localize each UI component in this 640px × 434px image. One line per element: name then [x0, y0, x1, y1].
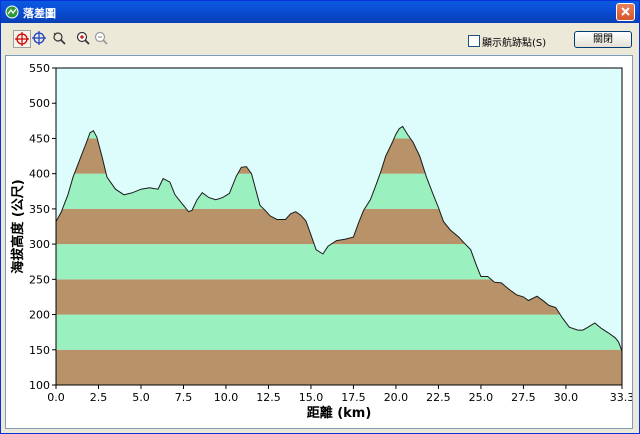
x-tick-label: 30.0 [554, 391, 579, 404]
title-bar[interactable]: 落差圖 [1, 1, 639, 23]
y-tick-label: 100 [29, 379, 50, 392]
y-tick-label: 350 [29, 203, 50, 216]
y-tick-label: 300 [29, 238, 50, 251]
elevation-window: 落差圖 顯示航跡點(S) 關閉 0.0 2.5 5.0 7.5 10.0 12.… [0, 0, 640, 434]
elevation-band [56, 314, 622, 350]
x-tick-label: 15.0 [299, 391, 324, 404]
y-axis: 100 150 200 250 300 350 400 450 500 550 [29, 62, 56, 392]
y-tick-label: 400 [29, 168, 50, 181]
x-tick-label: 27.5 [511, 391, 536, 404]
close-window-button[interactable] [616, 3, 635, 21]
x-tick-label: 22.5 [426, 391, 451, 404]
y-axis-label: 海拔高度 (公尺) [10, 179, 26, 273]
pan-tool[interactable] [51, 30, 69, 48]
zoom-out-icon [94, 31, 108, 45]
zoom-in-icon [76, 31, 90, 45]
x-axis-label: 距離 (km) [307, 405, 372, 421]
x-tick-label: 17.5 [341, 391, 366, 404]
zoom-in-tool[interactable] [75, 30, 93, 48]
close-icon [621, 7, 630, 16]
y-tick-label: 200 [29, 309, 50, 322]
crosshair-blue-tool[interactable] [31, 30, 49, 48]
y-tick-label: 250 [29, 273, 50, 286]
crosshair-red-tool[interactable] [13, 30, 31, 48]
x-tick-label: 33.3 [610, 391, 632, 404]
x-tick-label: 7.5 [175, 391, 193, 404]
x-tick-label: 10.0 [214, 391, 239, 404]
window-title: 落差圖 [23, 7, 56, 20]
pan-icon [53, 32, 66, 45]
x-tick-label: 25.0 [469, 391, 494, 404]
x-tick-label: 12.5 [256, 391, 281, 404]
y-tick-label: 500 [29, 97, 50, 110]
show-waypoints-label: 顯示航跡點(S) [482, 38, 547, 49]
elevation-chart[interactable]: 0.0 2.5 5.0 7.5 10.0 12.5 15.0 17.5 20.0 22.5 25.0… [6, 56, 634, 428]
crosshair-blue-icon [32, 31, 46, 45]
x-tick-label: 5.0 [132, 391, 150, 404]
elevation-band [56, 349, 622, 385]
x-axis: 0.0 2.5 5.0 7.5 10.0 12.5 15.0 17.5 20.0 22.5 25.0… [47, 385, 634, 404]
y-tick-label: 150 [29, 344, 50, 357]
app-icon [5, 5, 19, 19]
zoom-out-tool[interactable] [93, 30, 111, 48]
show-waypoints-checkbox[interactable] [468, 35, 480, 47]
y-tick-label: 550 [29, 62, 50, 75]
crosshair-red-icon [15, 32, 29, 46]
x-tick-label: 2.5 [90, 391, 108, 404]
x-tick-label: 20.0 [384, 391, 409, 404]
chart-panel: 0.0 2.5 5.0 7.5 10.0 12.5 15.0 17.5 20.0 22.5 25.0… [5, 55, 634, 429]
y-tick-label: 450 [29, 132, 50, 145]
x-tick-label: 0.0 [47, 391, 65, 404]
close-button[interactable]: 關閉 [574, 31, 632, 48]
